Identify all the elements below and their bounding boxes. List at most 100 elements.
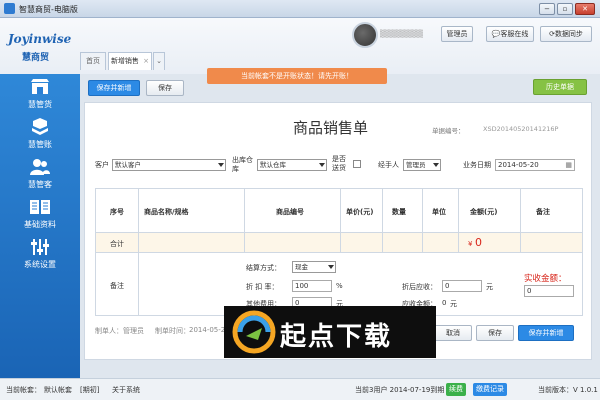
close-button[interactable]: ✕ [575,3,595,15]
business-date-label: 业务日期 [463,161,491,169]
settings-icon [31,239,49,255]
page-title: 商品销售单 [293,119,369,137]
col-divider [138,189,139,253]
received-amount-label: 实收金额： [524,274,567,284]
sidebar-item-customers[interactable]: 慧管客 [0,156,80,196]
business-date-input[interactable]: 2014-05-20 ▦ [495,159,575,171]
tab-home[interactable]: 首页 [80,52,106,70]
watermark-logo-icon [232,310,276,354]
window-title: 智慧商贸-电脑版 [19,5,78,14]
sidebar-item-label: 慧管货 [28,100,52,109]
maximize-button[interactable]: ▫ [557,3,573,15]
download-site-watermark: 起点下载 [224,306,436,358]
sidebar-item-label: 基础资料 [24,220,56,229]
sidebar-item-label: 系统设置 [24,260,56,269]
col-header-code: 商品编号 [276,208,304,216]
sidebar-item-label: 慧管账 [28,140,52,149]
sidebar-item-accounts[interactable]: 慧管账 [0,116,80,156]
col-divider [520,189,521,253]
received-amount-input[interactable]: 0 [524,285,574,297]
role-button[interactable]: 管理员 [441,26,473,42]
customer-service-button[interactable]: 💬客服在线 [486,26,534,42]
col-header-amount: 金额(元) [470,208,498,216]
col-divider [458,189,459,253]
delivery-label: 是否送货 [332,155,346,172]
warehouse-select[interactable]: 默认仓库 [257,159,327,171]
account-value: 默认帐套 [44,386,72,394]
renew-button[interactable]: 续费 [446,383,466,396]
title-bar: 智慧商贸-电脑版 − ▫ ✕ [0,0,600,18]
minimize-button[interactable]: − [539,3,555,15]
col-divider [422,189,423,253]
tab-dropdown-button[interactable]: ⌄ [153,52,165,70]
amount-due-unit: 元 [450,300,457,308]
app-icon [4,3,15,14]
customer-service-label: 客服在线 [500,30,529,38]
warehouse-label: 出库仓库 [232,156,253,173]
delivery-checkbox[interactable] [353,160,361,168]
sidebar: 慧管货 慧管账 慧管客 基础资料 系统设置 [0,74,80,378]
license-expiry: 当前3用户 2014-07-19到期 [355,386,445,394]
tab-new-sale[interactable]: 新增销售 × [108,52,152,70]
col-divider [244,189,245,253]
data-sync-label: 数据同步 [554,30,583,38]
data-sync-button[interactable]: ⟳数据同步 [540,26,592,42]
discount-unit: % [336,282,343,290]
account-warning-banner: 当前帐套不是开账状态！请先开账！ [207,68,387,84]
store-icon [31,79,49,94]
period-badge: [期初] [80,386,100,394]
section-divider [138,253,139,315]
about-system-link[interactable]: 关于系统 [112,385,140,395]
save-button-top[interactable]: 保存 [146,80,184,96]
document-number: XSD20140520141216P [483,125,559,133]
after-discount-unit: 元 [486,283,493,291]
calendar-icon[interactable]: ▦ [565,160,572,170]
handler-label: 经手人 [378,161,399,169]
sidebar-item-settings[interactable]: 系统设置 [0,236,80,276]
col-header-unit: 单位 [432,208,446,216]
remark-label: 备注 [110,282,124,290]
username-blurred: ▒▒▒▒▒▒▒▒ [380,30,424,38]
discount-input[interactable]: 100 [292,280,332,292]
cancel-button[interactable]: 取消 [434,325,472,341]
save-and-new-button-top[interactable]: 保存并新增 [88,80,140,96]
sidebar-item-label: 慧管客 [28,180,52,189]
col-header-seq: 序号 [110,208,124,216]
created-time-value: 2014-05-2 [189,326,226,334]
customer-select[interactable]: 默认客户 [112,159,226,171]
creator-label: 制单人： [95,327,123,335]
sidebar-item-goods[interactable]: 慧管货 [0,76,80,116]
renew-record-button[interactable]: 缴费记录 [473,383,507,396]
settlement-select-value: 现金 [295,263,308,271]
sidebar-item-basic-data[interactable]: 基础资料 [0,196,80,236]
history-documents-button[interactable]: 历史单据 [533,79,587,95]
customer-select-value: 默认客户 [115,161,141,169]
col-divider [340,189,341,253]
total-label: 合计 [110,240,124,248]
col-header-name: 商品名称/规格 [144,208,189,216]
tab-new-sale-label: 新增销售 [110,57,139,65]
total-currency: ¥ [468,240,473,248]
amount-due-value: 0 [442,299,447,307]
table-header: 序号 商品名称/规格 商品编号 单价(元) 数量 单位 金额(元) 备注 [96,189,582,233]
tab-close-icon[interactable]: × [143,57,149,65]
status-bar: 当前帐套： 默认帐套 [期初] 关于系统 当前3用户 2014-07-19到期 … [0,378,600,400]
creator-value: 管理员 [123,327,144,335]
save-and-new-button[interactable]: 保存并新增 [518,325,574,341]
col-header-qty: 数量 [392,208,406,216]
handler-select-value: 管理员 [406,161,426,169]
total-row: 合计 ¥ 0 [96,233,582,253]
settlement-label: 结算方式： [246,264,281,272]
brand-logo: Joyinwise 慧商贸 [8,30,78,66]
save-button[interactable]: 保存 [476,325,514,341]
discount-label: 折 扣 率： [246,283,279,291]
app-header: Joyinwise 慧商贸 首页 新增销售 × ⌄ ▒▒▒▒▒▒▒▒ 管理员 💬… [0,18,600,74]
handler-select[interactable]: 管理员 [403,159,441,171]
after-discount-input[interactable]: 0 [442,280,482,292]
customers-icon [30,159,50,175]
total-amount: 0 [475,236,482,249]
avatar[interactable] [352,22,378,48]
settlement-select[interactable]: 现金 [292,261,336,273]
items-table: 序号 商品名称/规格 商品编号 单价(元) 数量 单位 金额(元) 备注 合计 … [95,188,583,316]
logo-text: Joyinwise [8,32,72,46]
